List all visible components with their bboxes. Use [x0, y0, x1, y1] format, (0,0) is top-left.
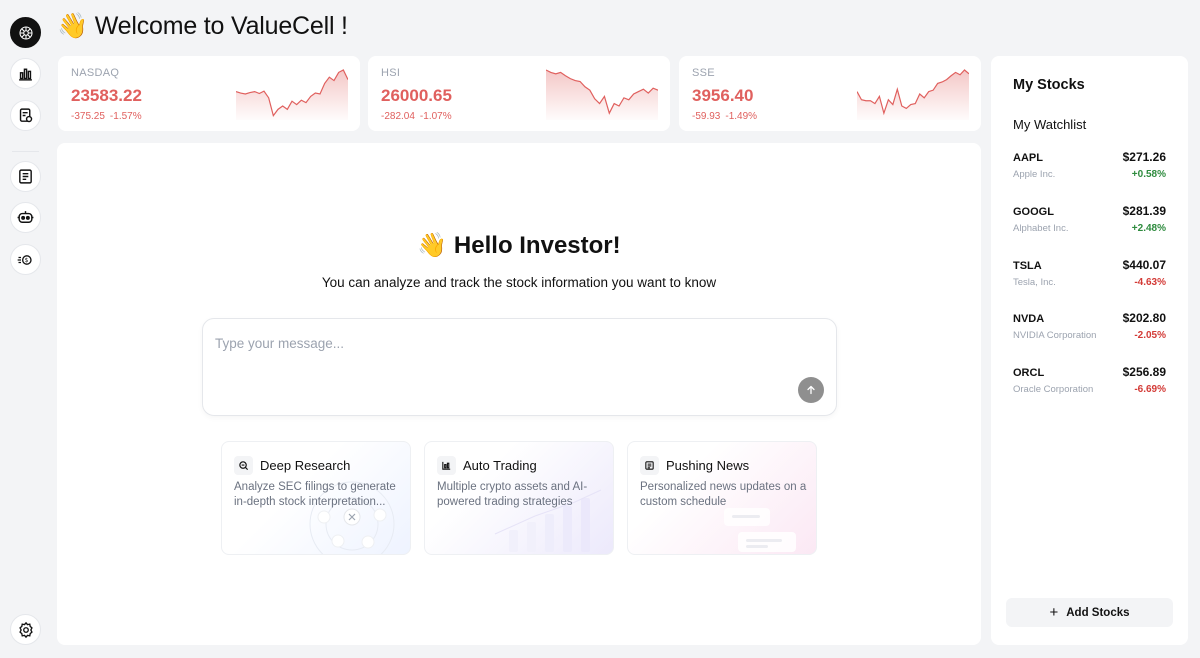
stock-company: Oracle Corporation [1013, 384, 1094, 395]
feature-title: Auto Trading [463, 458, 537, 473]
stock-ticker: AAPL [1013, 152, 1043, 164]
add-stocks-button[interactable]: + Add Stocks [1006, 598, 1173, 627]
stock-change: -4.63% [1134, 277, 1166, 288]
stock-row-googl[interactable]: GOOGL Alphabet Inc. $281.39 +2.48% [1013, 204, 1166, 244]
stock-change: +0.58% [1131, 169, 1166, 180]
hello-subtitle: You can analyze and track the stock info… [321, 275, 717, 290]
search-icon [234, 456, 253, 475]
sparkline-chart [546, 69, 658, 120]
robot-icon [17, 211, 34, 223]
stock-price: $440.07 [1122, 258, 1166, 272]
hello-title: 👋 Hello Investor! [417, 232, 621, 259]
feature-card-deep-research[interactable]: Deep Research Analyze SEC filings to gen… [221, 441, 411, 555]
index-name: HSI [381, 67, 401, 79]
stock-company: Tesla, Inc. [1013, 277, 1056, 288]
sidebar-item-agent-bot[interactable] [10, 202, 41, 233]
stock-change: +2.48% [1131, 223, 1166, 234]
stock-row-orcl[interactable]: ORCL Oracle Corporation $256.89 -6.69% [1013, 365, 1166, 405]
main-panel: 👋 Hello Investor! You can analyze and tr… [57, 143, 981, 645]
plus-icon: + [1049, 604, 1059, 621]
stock-price: $271.26 [1122, 150, 1166, 164]
sidebar-item-news[interactable] [10, 161, 41, 192]
index-value: 26000.65 [381, 86, 452, 105]
stock-ticker: NVDA [1013, 313, 1045, 325]
feature-card-auto-trading[interactable]: Auto Trading Multiple crypto assets and … [424, 441, 614, 555]
stock-change: -6.69% [1134, 384, 1166, 395]
sidebar: $ [0, 0, 50, 658]
logo-icon [18, 25, 33, 40]
stock-price: $281.39 [1122, 204, 1166, 218]
sparkline-chart [236, 69, 348, 120]
index-card-nasdaq[interactable]: NASDAQ 23583.22 -375.25 -1.57% [58, 56, 360, 131]
sparkline-area [546, 70, 658, 120]
agent-icon: $ [17, 254, 32, 265]
feature-card-pushing-news[interactable]: Pushing News Personalized news updates o… [627, 441, 817, 555]
index-name: NASDAQ [71, 67, 120, 79]
feature-title: Pushing News [666, 458, 750, 473]
sparkline-area [236, 70, 348, 120]
stock-row-aapl[interactable]: AAPL Apple Inc. $271.26 +0.58% [1013, 150, 1166, 190]
sparkline-area [857, 70, 969, 120]
gear-icon [18, 621, 33, 638]
report-icon [19, 108, 33, 123]
settings-button[interactable] [10, 614, 41, 645]
feature-description: Analyze SEC filings to generate in-depth… [234, 481, 396, 508]
my-stocks-panel: My Stocks My Watchlist AAPL Apple Inc. $… [991, 56, 1188, 645]
stock-ticker: GOOGL [1013, 206, 1054, 218]
chat-box [202, 318, 837, 416]
trading-chart-icon [437, 456, 456, 475]
stock-ticker: ORCL [1013, 367, 1045, 379]
sidebar-item-reports[interactable] [10, 100, 41, 131]
bar-chart-icon [19, 68, 32, 81]
app-logo-button[interactable] [10, 17, 41, 48]
stock-price: $256.89 [1122, 365, 1166, 379]
stock-company: Apple Inc. [1013, 169, 1056, 180]
stock-row-nvda[interactable]: NVDA NVIDIA Corporation $202.80 -2.05% [1013, 311, 1166, 351]
newspaper-icon [640, 456, 659, 475]
feature-title: Deep Research [260, 458, 351, 473]
index-card-sse[interactable]: SSE 3956.40 -59.93 -1.49% [679, 56, 981, 131]
sidebar-divider [12, 151, 39, 152]
page-title: 👋 Welcome to ValueCell ! [57, 12, 348, 40]
index-change: -282.04 -1.07% [381, 111, 452, 122]
index-name: SSE [692, 67, 715, 79]
svg-text:$: $ [24, 258, 28, 264]
sidebar-item-agent[interactable]: $ [10, 244, 41, 275]
chat-message-input[interactable] [215, 331, 785, 355]
news-icon [19, 169, 32, 184]
index-change: -59.93 -1.49% [692, 111, 758, 122]
sidebar-item-markets[interactable] [10, 58, 41, 89]
index-card-hsi[interactable]: HSI 26000.65 -282.04 -1.07% [368, 56, 670, 131]
stock-price: $202.80 [1122, 311, 1166, 325]
watchlist-title: My Watchlist [1013, 117, 1087, 132]
stock-company: Alphabet Inc. [1013, 223, 1069, 234]
sparkline-chart [857, 69, 969, 120]
send-button[interactable] [798, 377, 824, 403]
stock-ticker: TSLA [1013, 260, 1042, 272]
add-stocks-label: Add Stocks [1066, 606, 1130, 619]
stock-company: NVIDIA Corporation [1013, 330, 1097, 341]
arrow-up-icon [807, 385, 815, 395]
feature-description: Personalized news updates on a custom sc… [640, 481, 807, 508]
panel-title: My Stocks [1013, 77, 1085, 93]
index-value: 3956.40 [692, 86, 754, 105]
stock-row-tsla[interactable]: TSLA Tesla, Inc. $440.07 -4.63% [1013, 258, 1166, 298]
index-value: 23583.22 [71, 86, 142, 105]
stock-change: -2.05% [1134, 330, 1166, 341]
index-change: -375.25 -1.57% [71, 111, 142, 122]
feature-description: Multiple crypto assets and AI-powered tr… [437, 481, 588, 508]
